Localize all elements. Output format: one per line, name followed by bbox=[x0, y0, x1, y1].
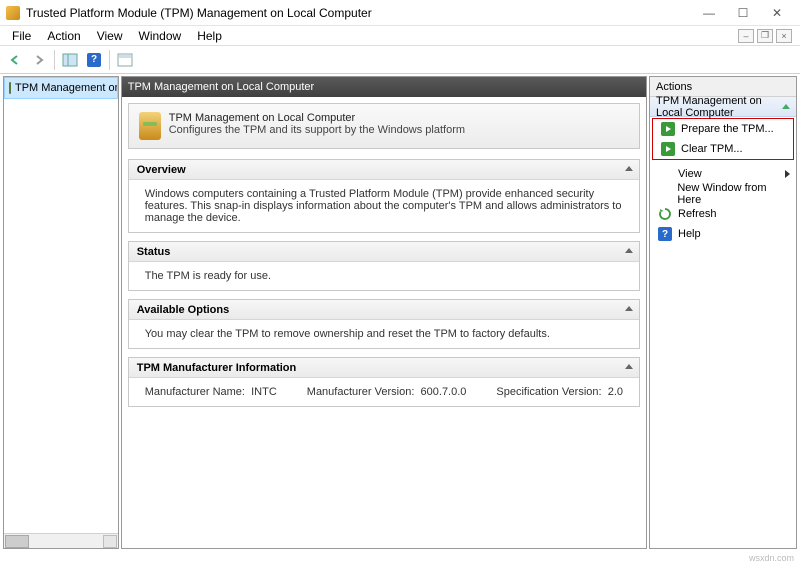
actions-pane: Actions TPM Management on Local Computer… bbox=[649, 76, 797, 549]
mdi-close-button[interactable]: × bbox=[776, 29, 792, 43]
section-body-overview: Windows computers containing a Trusted P… bbox=[129, 180, 639, 232]
help-button[interactable]: ? bbox=[83, 49, 105, 71]
section-body-options: You may clear the TPM to remove ownershi… bbox=[129, 320, 639, 348]
section-body-manufacturer: Manufacturer Name: INTC Manufacturer Ver… bbox=[129, 378, 639, 406]
tpm-chip-icon bbox=[9, 82, 11, 94]
toolbar: ? bbox=[0, 46, 800, 74]
mfr-name-label: Manufacturer Name: bbox=[145, 386, 245, 398]
tree-pane: TPM Management on Local Compu bbox=[3, 76, 119, 549]
refresh-icon bbox=[658, 207, 672, 221]
menu-action[interactable]: Action bbox=[39, 27, 88, 45]
show-hide-button[interactable] bbox=[59, 49, 81, 71]
scroll-thumb[interactable] bbox=[5, 535, 29, 548]
submenu-arrow-icon bbox=[785, 170, 790, 178]
scroll-track[interactable] bbox=[30, 534, 103, 548]
content-header: TPM Management on Local Computer bbox=[122, 77, 646, 97]
spec-version-value: 2.0 bbox=[608, 386, 623, 398]
banner: TPM Management on Local Computer Configu… bbox=[128, 103, 640, 149]
workspace: TPM Management on Local Compu TPM Manage… bbox=[0, 74, 800, 551]
collapse-caret-icon bbox=[782, 104, 790, 109]
action-refresh[interactable]: Refresh bbox=[650, 204, 796, 224]
banner-title: TPM Management on Local Computer bbox=[169, 112, 465, 124]
action-label: New Window from Here bbox=[677, 182, 788, 206]
window-controls: — ☐ ✕ bbox=[692, 2, 794, 24]
banner-description: Configures the TPM and its support by th… bbox=[169, 124, 465, 136]
tpm-banner-icon bbox=[139, 112, 161, 140]
section-header-overview[interactable]: Overview bbox=[129, 160, 639, 180]
section-body-status: The TPM is ready for use. bbox=[129, 262, 639, 290]
action-clear-tpm[interactable]: Clear TPM... bbox=[653, 139, 793, 159]
collapse-caret-icon bbox=[625, 166, 633, 171]
menu-window[interactable]: Window bbox=[131, 27, 190, 45]
collapse-caret-icon bbox=[625, 364, 633, 369]
section-options: Available Options You may clear the TPM … bbox=[128, 299, 640, 349]
scroll-right-button[interactable] bbox=[103, 535, 117, 548]
mdi-minimize-button[interactable]: – bbox=[738, 29, 754, 43]
help-icon: ? bbox=[87, 53, 101, 67]
action-label: Clear TPM... bbox=[681, 143, 743, 155]
title-bar: Trusted Platform Module (TPM) Management… bbox=[0, 0, 800, 26]
section-overview: Overview Windows computers containing a … bbox=[128, 159, 640, 233]
menu-help[interactable]: Help bbox=[189, 27, 230, 45]
section-title: Available Options bbox=[137, 304, 230, 316]
actions-group-header[interactable]: TPM Management on Local Computer bbox=[650, 97, 796, 117]
window-title: Trusted Platform Module (TPM) Management… bbox=[26, 6, 692, 20]
mdi-controls: – ❐ × bbox=[738, 29, 796, 43]
tree-item-label: TPM Management on Local Compu bbox=[15, 82, 118, 94]
menu-view[interactable]: View bbox=[89, 27, 131, 45]
action-label: Prepare the TPM... bbox=[681, 123, 774, 135]
maximize-button[interactable]: ☐ bbox=[726, 2, 760, 24]
menu-file[interactable]: File bbox=[4, 27, 39, 45]
section-manufacturer: TPM Manufacturer Information Manufacture… bbox=[128, 357, 640, 407]
section-header-options[interactable]: Available Options bbox=[129, 300, 639, 320]
collapse-caret-icon bbox=[625, 248, 633, 253]
close-button[interactable]: ✕ bbox=[760, 2, 794, 24]
action-view[interactable]: View bbox=[650, 164, 796, 184]
highlighted-actions: Prepare the TPM... Clear TPM... bbox=[652, 118, 794, 160]
section-title: Overview bbox=[137, 164, 186, 176]
minimize-button[interactable]: — bbox=[692, 2, 726, 24]
section-title: Status bbox=[137, 246, 171, 258]
mdi-restore-button[interactable]: ❐ bbox=[757, 29, 773, 43]
section-header-manufacturer[interactable]: TPM Manufacturer Information bbox=[129, 358, 639, 378]
app-icon bbox=[6, 6, 20, 20]
actions-group-label: TPM Management on Local Computer bbox=[656, 95, 790, 119]
back-button[interactable] bbox=[4, 49, 26, 71]
banner-text: TPM Management on Local Computer Configu… bbox=[169, 112, 465, 140]
action-label: Help bbox=[678, 228, 701, 240]
action-label: View bbox=[678, 168, 702, 180]
section-status: Status The TPM is ready for use. bbox=[128, 241, 640, 291]
action-new-window[interactable]: New Window from Here bbox=[650, 184, 796, 204]
arrow-right-icon bbox=[661, 142, 675, 156]
collapse-caret-icon bbox=[625, 306, 633, 311]
tree-item-tpm-root[interactable]: TPM Management on Local Compu bbox=[4, 77, 118, 99]
mfr-name-value: INTC bbox=[251, 386, 277, 398]
watermark: wsxdn.com bbox=[749, 553, 794, 567]
mfr-version-value: 600.7.0.0 bbox=[421, 386, 467, 398]
toolbar-separator bbox=[54, 50, 55, 70]
arrow-right-icon bbox=[661, 122, 675, 136]
action-label: Refresh bbox=[678, 208, 717, 220]
section-header-status[interactable]: Status bbox=[129, 242, 639, 262]
menu-bar: File Action View Window Help – ❐ × bbox=[0, 26, 800, 46]
mfr-version-label: Manufacturer Version: bbox=[307, 386, 415, 398]
horizontal-scrollbar[interactable] bbox=[4, 533, 118, 548]
content-pane: TPM Management on Local Computer TPM Man… bbox=[121, 76, 647, 549]
help-icon: ? bbox=[658, 227, 672, 241]
spec-version-label: Specification Version: bbox=[496, 386, 601, 398]
action-prepare-tpm[interactable]: Prepare the TPM... bbox=[653, 119, 793, 139]
toolbar-separator bbox=[109, 50, 110, 70]
action-help[interactable]: ? Help bbox=[650, 224, 796, 244]
section-title: TPM Manufacturer Information bbox=[137, 362, 297, 374]
properties-button[interactable] bbox=[114, 49, 136, 71]
forward-button[interactable] bbox=[28, 49, 50, 71]
